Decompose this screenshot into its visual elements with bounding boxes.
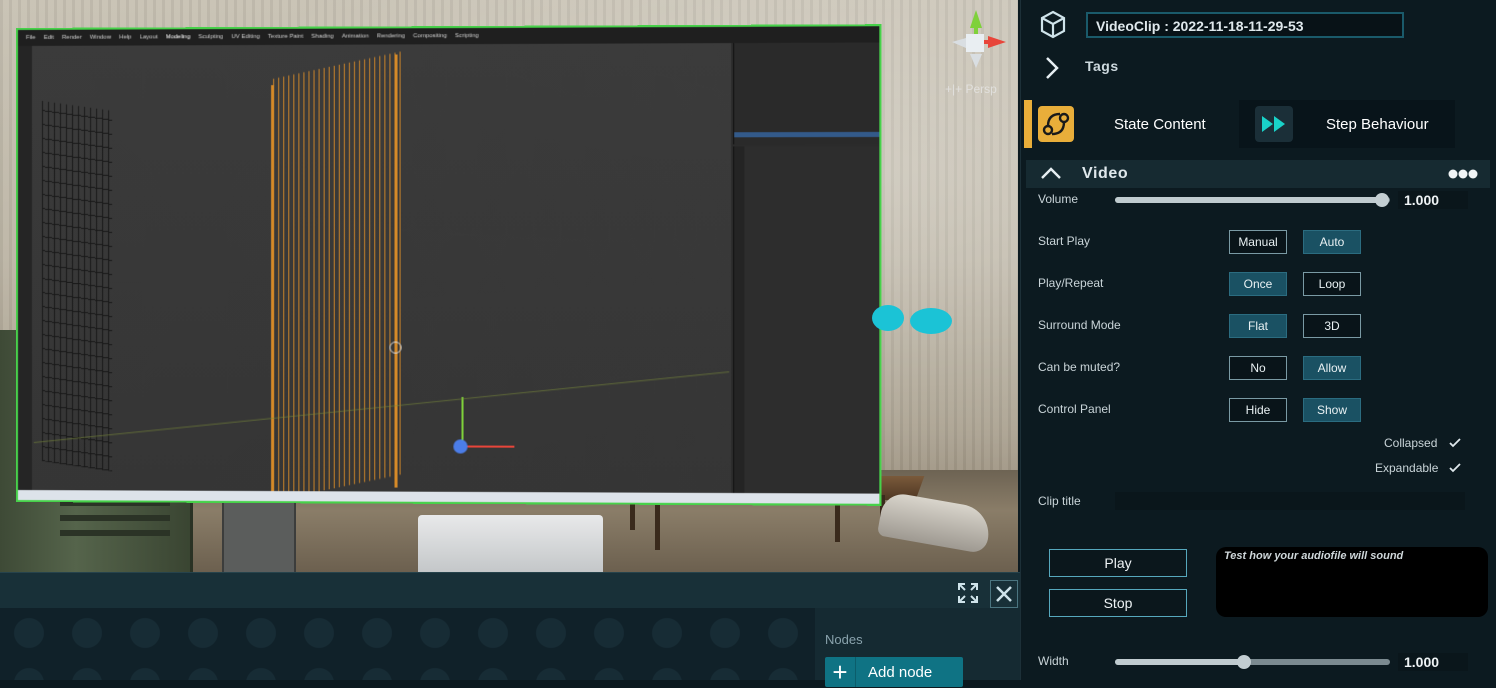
volume-value[interactable]: 1.000 <box>1398 191 1468 209</box>
fan-unit <box>222 495 296 572</box>
video-screen[interactable]: File Edit Render Window Help Layout Mode… <box>16 24 881 506</box>
surround-3d-button[interactable]: 3D <box>1303 314 1361 338</box>
fast-forward-icon <box>1255 106 1293 142</box>
play-repeat-once-button[interactable]: Once <box>1229 272 1287 296</box>
width-value[interactable]: 1.000 <box>1398 653 1468 671</box>
expandable-label: Expandable <box>1375 461 1438 475</box>
control-panel-hide-button[interactable]: Hide <box>1229 398 1287 422</box>
cube-icon <box>1037 9 1069 41</box>
screen-tool-strip <box>18 46 32 490</box>
play-button[interactable]: Play <box>1049 549 1187 577</box>
clip-title-input[interactable] <box>1115 492 1465 510</box>
node-editor-bar <box>0 572 1020 609</box>
scene-viewport[interactable]: File Edit Render Window Help Layout Mode… <box>0 0 1018 572</box>
surround-flat-button[interactable]: Flat <box>1229 314 1287 338</box>
control-panel-label: Control Panel <box>1038 402 1111 416</box>
white-basin <box>418 515 603 572</box>
muted-allow-button[interactable]: Allow <box>1303 356 1361 380</box>
clip-title-label: Clip title <box>1038 494 1081 508</box>
width-slider[interactable] <box>1115 659 1390 665</box>
close-icon[interactable] <box>990 580 1018 608</box>
chain-node-icon[interactable] <box>870 303 954 337</box>
nodes-label: Nodes <box>825 632 863 647</box>
expandable-check-icon[interactable] <box>1449 463 1461 473</box>
add-node-button[interactable]: + Add node <box>825 657 963 687</box>
plus-icon: + <box>825 657 856 687</box>
tab-step-behaviour-label: Step Behaviour <box>1326 116 1429 133</box>
more-options-icon[interactable] <box>1448 168 1478 180</box>
screen-properties <box>733 146 879 493</box>
play-repeat-loop-button[interactable]: Loop <box>1303 272 1361 296</box>
object-name-field[interactable]: VideoClip : 2022-11-18-11-29-53 <box>1086 12 1404 38</box>
start-play-manual-button[interactable]: Manual <box>1229 230 1287 254</box>
chevron-right-icon[interactable] <box>1042 55 1062 81</box>
volume-label: Volume <box>1038 192 1078 206</box>
volume-slider-handle[interactable] <box>1375 193 1389 207</box>
width-label: Width <box>1038 654 1069 668</box>
maximize-icon[interactable] <box>955 580 981 606</box>
collapsed-label: Collapsed <box>1384 436 1437 450</box>
audio-info-text: Test how your audiofile will sound <box>1224 550 1403 562</box>
chevron-up-icon[interactable] <box>1040 166 1062 180</box>
play-repeat-label: Play/Repeat <box>1038 276 1103 290</box>
tags-label[interactable]: Tags <box>1085 58 1119 74</box>
muted-no-button[interactable]: No <box>1229 356 1287 380</box>
tab-state-content-label: State Content <box>1114 116 1206 133</box>
screen-3d-view <box>32 43 731 493</box>
start-play-auto-button[interactable]: Auto <box>1303 230 1361 254</box>
collapsed-check-icon[interactable] <box>1449 438 1461 448</box>
control-panel-show-button[interactable]: Show <box>1303 398 1361 422</box>
surround-mode-label: Surround Mode <box>1038 318 1121 332</box>
video-section-title: Video <box>1082 165 1128 183</box>
state-content-icon <box>1038 106 1074 142</box>
volume-slider[interactable] <box>1115 197 1390 203</box>
screen-outliner <box>733 42 879 144</box>
persp-label: +|+ Persp <box>945 82 997 96</box>
can-be-muted-label: Can be muted? <box>1038 360 1120 374</box>
stop-button[interactable]: Stop <box>1049 589 1187 617</box>
add-node-label: Add node <box>868 664 932 681</box>
start-play-label: Start Play <box>1038 234 1090 248</box>
